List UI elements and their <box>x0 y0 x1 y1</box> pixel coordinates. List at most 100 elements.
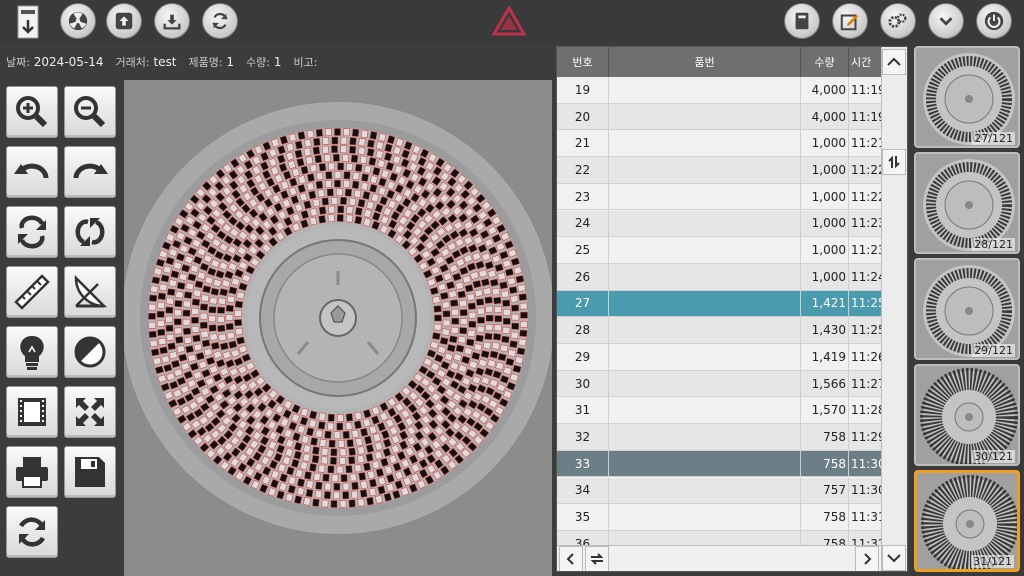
table-row[interactable]: 25 1,00011:23 <box>557 237 881 264</box>
dropdown-button[interactable] <box>928 3 964 39</box>
radiation-button[interactable] <box>60 3 96 39</box>
cell-number: 20 <box>557 103 609 130</box>
download-button[interactable] <box>154 3 190 39</box>
film-button[interactable] <box>6 386 58 438</box>
brightness-button[interactable] <box>6 326 58 378</box>
cell-part-number <box>609 290 801 317</box>
swap-rows-button[interactable] <box>882 149 906 175</box>
table-row[interactable]: 35 75811:31 <box>557 504 881 531</box>
scroll-left-button[interactable] <box>559 546 583 571</box>
zoom-out-button[interactable] <box>64 86 116 138</box>
table-row[interactable]: 27 1,42111:25 <box>557 290 881 318</box>
cell-quantity: 1,421 <box>801 290 849 317</box>
table-row[interactable]: 24 1,00011:23 <box>557 210 881 238</box>
power-icon <box>984 11 1004 31</box>
info-bar: 날짜: 2024-05-14 거래처: test 제품명: 1 수량: 1 비고… <box>0 44 552 80</box>
product-field: 제품명: 1 <box>188 55 235 69</box>
header-number[interactable]: 번호 <box>557 47 609 77</box>
horizontal-scrollbar[interactable] <box>557 545 881 571</box>
flip-horizontal-button[interactable] <box>6 206 58 258</box>
film-icon <box>18 398 46 426</box>
cell-quantity: 1,430 <box>801 317 849 343</box>
swap-horizontal-icon <box>590 553 604 565</box>
table-row[interactable]: 19 4,00011:19 <box>557 77 881 104</box>
save-button[interactable] <box>64 446 116 498</box>
cell-part-number <box>609 130 801 157</box>
cell-time: 11:23 <box>851 243 881 258</box>
table-row[interactable]: 28 1,43011:25 <box>557 317 881 344</box>
cell-time: 11:31 <box>851 510 881 525</box>
table-row[interactable]: 26 1,00011:24 <box>557 263 881 291</box>
reset-button[interactable] <box>6 506 58 558</box>
scroll-up-button[interactable] <box>882 49 906 75</box>
xray-image-viewer[interactable] <box>124 80 552 576</box>
chevron-right-icon <box>864 553 872 565</box>
flip-vertical-button[interactable] <box>64 206 116 258</box>
cell-time: 11:19 <box>851 109 881 124</box>
zoom-in-button[interactable] <box>6 86 58 138</box>
table-header: 번호 품번 수량 시간 <box>557 47 881 77</box>
cell-time: 11:28 <box>851 403 881 418</box>
table-row[interactable]: 23 1,00011:22 <box>557 183 881 211</box>
book-icon <box>795 12 809 30</box>
header-quantity[interactable]: 수량 <box>801 47 849 77</box>
rotate-left-button[interactable] <box>6 146 58 198</box>
image-thumbnail[interactable]: 29/121 <box>914 258 1020 360</box>
image-thumbnail[interactable]: 27/121 <box>914 46 1020 148</box>
scroll-down-button[interactable] <box>882 545 906 571</box>
protractor-button[interactable] <box>64 266 116 318</box>
edit-button[interactable] <box>832 3 868 39</box>
cell-time: 11:30 <box>851 456 881 471</box>
cell-part-number <box>609 103 801 130</box>
contrast-button[interactable] <box>64 326 116 378</box>
top-toolbar <box>0 0 1024 44</box>
chevron-up-icon <box>887 57 901 66</box>
header-time[interactable]: 시간 <box>849 47 881 77</box>
rotate-left-icon <box>14 163 49 179</box>
upload-button[interactable] <box>106 3 142 39</box>
cell-quantity: 1,000 <box>801 237 849 263</box>
manual-button[interactable] <box>784 3 820 39</box>
table-row[interactable]: 33 75811:30 <box>557 450 881 478</box>
chevron-down-icon <box>939 17 953 26</box>
export-button[interactable] <box>12 2 44 42</box>
cell-time: 11:19 <box>851 82 881 97</box>
ruler-button[interactable] <box>6 266 58 318</box>
table-row[interactable]: 22 1,00011:22 <box>557 157 881 184</box>
app-logo <box>492 6 526 36</box>
cell-number: 24 <box>557 210 609 237</box>
table-row[interactable]: 32 75811:29 <box>557 424 881 451</box>
cell-quantity: 1,419 <box>801 344 849 370</box>
cell-part-number <box>609 477 801 504</box>
settings-button[interactable] <box>880 3 916 39</box>
table-row[interactable]: 34 75711:30 <box>557 477 881 505</box>
cell-time: 11:22 <box>851 189 881 204</box>
image-thumbnail[interactable]: 28/121 <box>914 152 1020 254</box>
table-row[interactable]: 20 4,00011:19 <box>557 103 881 131</box>
reel-xray-image <box>124 80 552 576</box>
thumbnail-label: 29/121 <box>972 344 1015 357</box>
header-part-number[interactable]: 품번 <box>609 47 801 77</box>
rotate-right-button[interactable] <box>64 146 116 198</box>
swap-columns-button[interactable] <box>585 546 609 571</box>
cell-time: 11:21 <box>851 136 881 151</box>
fullscreen-button[interactable] <box>64 386 116 438</box>
table-row[interactable]: 21 1,00011:21 <box>557 130 881 158</box>
table-row[interactable]: 29 1,41911:26 <box>557 344 881 371</box>
image-thumbnail[interactable]: 30/121 <box>914 364 1020 466</box>
cell-number: 21 <box>557 130 609 157</box>
scroll-right-button[interactable] <box>855 546 879 571</box>
image-thumbnail[interactable]: 31/121 <box>914 470 1020 572</box>
cell-number: 27 <box>557 290 609 317</box>
thumbnail-strip: 27/121 28/121 29/121 30/121 31/121 <box>910 44 1024 576</box>
print-button[interactable] <box>6 446 58 498</box>
table-row[interactable]: 30 1,56611:27 <box>557 370 881 398</box>
refresh-button[interactable] <box>202 3 238 39</box>
power-button[interactable] <box>976 3 1012 39</box>
table-row[interactable]: 31 1,57011:28 <box>557 397 881 425</box>
swap-vertical-icon <box>888 155 900 169</box>
cell-part-number <box>609 263 801 290</box>
vertical-scrollbar[interactable] <box>881 47 907 571</box>
cell-quantity: 758 <box>801 424 849 450</box>
record-table[interactable]: 번호 품번 수량 시간 19 4,00011:19 20 4,00011:19 21 1,… <box>556 46 908 572</box>
